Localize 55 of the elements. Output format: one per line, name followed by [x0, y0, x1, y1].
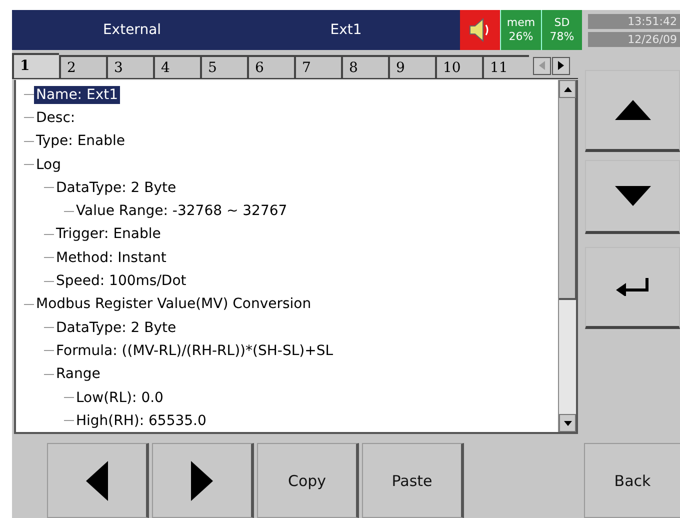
tree-item[interactable]: Low(RL): 0.0 [74, 388, 166, 406]
tree-item[interactable]: Name: Ext1 [34, 86, 120, 104]
sd-value: 78% [550, 30, 574, 44]
tree-item[interactable]: DataType: 2 Byte [54, 318, 178, 337]
up-triangle-icon [614, 100, 650, 120]
sd-label: SD [554, 16, 570, 30]
scroll-up-icon[interactable] [564, 86, 572, 92]
tree-item[interactable]: Range [54, 365, 102, 384]
down-button[interactable] [585, 160, 680, 234]
tab[interactable]: 7 [294, 55, 341, 78]
scroll-down-icon[interactable] [564, 420, 572, 426]
enter-icon [616, 278, 650, 296]
up-button[interactable] [585, 70, 680, 152]
alarm-button[interactable] [460, 10, 500, 50]
left-arrow-icon [539, 61, 545, 70]
back-button[interactable]: Back [584, 443, 680, 518]
clock-time: 13:51:42 [588, 14, 680, 28]
section-title: External [102, 21, 162, 40]
tab[interactable]: 1 [12, 53, 59, 78]
clock-date: 12/26/09 [588, 32, 680, 46]
tab[interactable]: 9 [388, 55, 435, 78]
memory-value: 26% [508, 30, 534, 44]
tab[interactable]: 11 [482, 55, 529, 78]
tree-item[interactable]: Speed: 100ms/Dot [54, 272, 188, 290]
tree-item[interactable]: Formula: ((MV-RL)/(RH-RL))*(SH-SL)+SL [54, 342, 336, 360]
previous-button[interactable] [47, 443, 149, 518]
tree-item[interactable]: Desc: [34, 108, 78, 127]
tree-item[interactable]: High(RH): 65535.0 [74, 412, 208, 430]
action-button[interactable]: Paste [362, 443, 464, 518]
tab[interactable]: 4 [153, 55, 200, 78]
tab[interactable]: 2 [59, 55, 106, 78]
tree-item[interactable]: Log [34, 156, 64, 174]
tree-item[interactable]: Type: Enable [34, 132, 128, 150]
tab[interactable]: 5 [200, 55, 247, 78]
tab[interactable]: 6 [247, 55, 294, 78]
enter-button[interactable] [585, 247, 680, 329]
down-triangle-icon [614, 186, 650, 206]
tree-item[interactable]: Method: Instant [54, 248, 168, 267]
tree-item[interactable]: Trigger: Enable [54, 225, 163, 244]
tree-item[interactable]: DataType: 2 Byte [54, 178, 178, 197]
tab[interactable]: 8 [341, 55, 388, 78]
left-triangle-icon [86, 460, 108, 500]
tree-item[interactable]: Modbus Register Value(MV) Conversion [34, 295, 314, 314]
tab[interactable]: 10 [435, 55, 482, 78]
action-button[interactable]: Copy [257, 443, 359, 518]
window-title: Ext1 [329, 21, 363, 40]
next-button[interactable] [152, 443, 254, 518]
right-arrow-icon [558, 61, 564, 70]
tab-scroll-left-button[interactable] [533, 56, 551, 74]
tree-item[interactable]: Value Range: -32768 ~ 32767 [74, 202, 290, 220]
tab[interactable]: 3 [106, 55, 153, 78]
scrollbar[interactable] [558, 80, 576, 432]
memory-label: mem [506, 16, 536, 30]
tab-scroll-right-button[interactable] [552, 56, 570, 74]
right-triangle-icon [191, 460, 213, 500]
